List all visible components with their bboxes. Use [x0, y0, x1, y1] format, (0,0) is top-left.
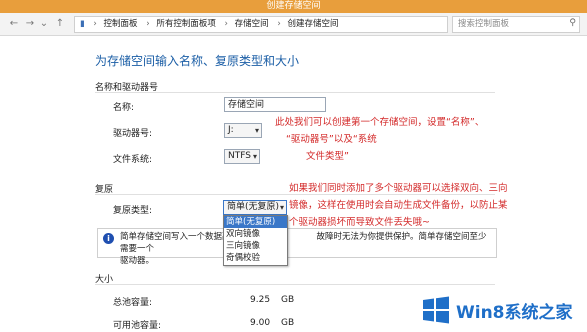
breadcrumb-item[interactable]: 控制面板 — [104, 19, 138, 29]
drive-letter-label: 驱动器号: — [113, 129, 153, 139]
annotation-note: “驱动器号”以及“系统 — [286, 134, 377, 145]
annotation-note: 镜像，这样在使用时会自动生成文件备份，以防止某 — [289, 200, 508, 211]
resiliency-type-label: 复原类型: — [113, 206, 153, 216]
file-system-select[interactable]: NTFS ▾ — [224, 149, 260, 164]
address-bar: ← → ⌄ ↑ ▮ › 控制面板 › 所有控制面板项 › 存储空间 › 创建存储… — [0, 13, 587, 36]
available-capacity-value: 9.00 — [250, 318, 271, 328]
dropdown-option[interactable]: 双向镜像 — [224, 228, 287, 240]
total-capacity-label: 总池容量: — [113, 298, 153, 308]
resiliency-type-select[interactable]: 简单(无复原) ▾ — [223, 200, 287, 215]
annotation-note: 如果我们同时添加了多个驱动器可以选择双向、三向 — [289, 183, 508, 194]
search-icon[interactable]: ⚲ — [569, 18, 576, 28]
info-icon: i — [103, 233, 114, 244]
available-capacity-label: 可用池容量: — [113, 321, 162, 331]
resiliency-type-dropdown[interactable]: 简单(无复原) 双向镜像 三向镜像 奇偶校验 — [223, 215, 288, 266]
page-title: 为存储空间输入名称、复原类型和大小 — [95, 54, 300, 68]
info-text: 简单存储空间写入一个数据副 故障时无法为你提供保护。简单存储空间至少需要一个 驱动… — [120, 231, 492, 267]
chevron-down-icon: ▾ — [254, 126, 259, 135]
watermark-text: Win8系统之家 — [456, 303, 573, 323]
chevron-down-icon: ▾ — [252, 152, 257, 161]
info-text-left: 简单存储空间写入一个数据副 — [120, 232, 231, 242]
dropdown-option[interactable]: 简单(无复原) — [224, 216, 287, 228]
chevron-down-icon: ▾ — [279, 203, 284, 212]
annotation-note: 此处我们可以创建第一个存储空间，设置“名称”、 — [275, 117, 485, 128]
total-capacity-unit: GB — [281, 295, 295, 305]
section-divider — [95, 284, 495, 285]
title-bar: 创建存储空间 — [0, 0, 587, 14]
file-system-label: 文件系统: — [113, 155, 153, 165]
windows-logo-icon — [423, 296, 449, 324]
search-input[interactable]: 搜索控制面板 ⚲ — [452, 16, 580, 33]
back-arrow-icon[interactable]: ← — [8, 18, 20, 30]
name-label: 名称: — [113, 103, 135, 113]
total-capacity-value: 9.25 — [250, 295, 271, 305]
watermark-logo: Win8系统之家 — [422, 292, 587, 332]
resiliency-type-value: 简单(无复原) — [227, 202, 280, 212]
available-capacity-unit: GB — [281, 318, 295, 328]
breadcrumb-item[interactable]: 所有控制面板项 — [156, 19, 216, 29]
dropdown-option[interactable]: 奇偶校验 — [224, 252, 287, 264]
annotation-note: 文件类型” — [306, 151, 349, 162]
breadcrumb-item[interactable]: 创建存储空间 — [287, 19, 338, 29]
up-arrow-icon[interactable]: ↑ — [54, 18, 66, 30]
address-input[interactable]: ▮ › 控制面板 › 所有控制面板项 › 存储空间 › 创建存储空间 ↻ — [74, 16, 516, 33]
name-field[interactable]: 存储空间 — [224, 97, 326, 112]
breadcrumb: ▮ › 控制面板 › 所有控制面板项 › 存储空间 › 创建存储空间 — [80, 19, 339, 29]
info-text-line2: 驱动器。 — [120, 256, 155, 266]
dropdown-option[interactable]: 三向镜像 — [224, 240, 287, 252]
forward-arrow-icon[interactable]: → — [24, 18, 36, 30]
control-panel-folder-icon: ▮ — [80, 19, 85, 29]
drive-letter-value: J: — [228, 125, 234, 135]
breadcrumb-item[interactable]: 存储空间 — [235, 19, 269, 29]
window-title: 创建存储空间 — [266, 1, 321, 11]
file-system-value: NTFS — [228, 151, 251, 161]
resiliency-info-box: i 简单存储空间写入一个数据副 故障时无法为你提供保护。简单存储空间至少需要一个 … — [97, 228, 497, 266]
history-chevron-icon[interactable]: ⌄ — [38, 18, 50, 30]
section-divider — [95, 92, 495, 93]
search-placeholder: 搜索控制面板 — [458, 19, 510, 29]
drive-letter-select[interactable]: J: ▾ — [224, 123, 262, 138]
